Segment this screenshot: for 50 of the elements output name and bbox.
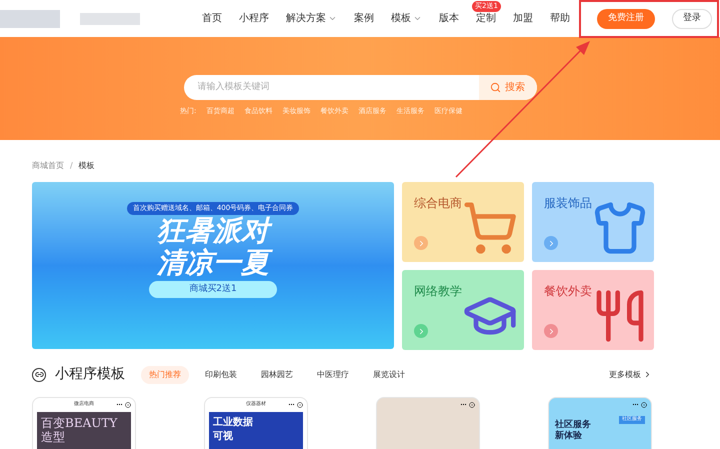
search-icon <box>490 82 501 93</box>
preview-headline: 工业数据 <box>213 416 254 430</box>
category-card[interactable]: 服装饰品 <box>532 182 654 262</box>
banner-pill: 商城买2送1 <box>149 280 277 298</box>
category-title: 餐饮外卖 <box>544 283 592 300</box>
login-button[interactable]: 登录 <box>672 8 712 28</box>
category-tab[interactable]: 中医理疗 <box>309 366 357 384</box>
section-title: 小程序模板 <box>55 365 125 384</box>
mini-program-capsule-icon <box>116 401 131 408</box>
preview-headline: 造型 <box>41 430 66 444</box>
preview-headline: 新体验 <box>555 431 583 442</box>
category-title: 服装饰品 <box>544 195 592 212</box>
template-card[interactable] <box>376 397 480 449</box>
mini-program-capsule-icon <box>288 401 303 408</box>
chevron-down-icon <box>328 14 337 23</box>
nav-link[interactable]: 模板 <box>391 11 422 26</box>
breadcrumb-separator: / <box>70 160 73 172</box>
nav-link[interactable]: 案例 <box>354 11 374 26</box>
preview-headline: 可视 <box>213 430 234 444</box>
logo-placeholder <box>0 10 60 28</box>
nav-link[interactable]: 定制 <box>476 11 496 26</box>
arrow-button[interactable] <box>544 236 558 250</box>
mini-program-capsule-icon <box>632 401 647 408</box>
nav-link[interactable]: 解决方案 <box>286 11 337 26</box>
logo-text-placeholder <box>80 12 140 24</box>
preview-headline: 社区服务 <box>555 420 592 430</box>
chevron-down-icon <box>413 14 422 23</box>
nav-link[interactable]: 加盟 <box>513 11 533 26</box>
nav-link[interactable]: 版本 <box>439 11 459 26</box>
arrow-button[interactable] <box>544 324 558 338</box>
category-title: 网络教学 <box>414 283 462 300</box>
category-tab[interactable]: 展览设计 <box>365 366 413 384</box>
breadcrumb-current: 模板 <box>78 160 95 172</box>
nav-link[interactable]: 首页 <box>202 11 222 26</box>
shirt-icon <box>592 200 648 256</box>
category-card[interactable]: 综合电商 <box>402 182 524 262</box>
category-tab[interactable]: 印刷包装 <box>197 366 245 384</box>
mini-program-capsule-icon <box>460 401 475 408</box>
category-title: 综合电商 <box>414 195 462 212</box>
category-tab[interactable]: 园林园艺 <box>253 366 301 384</box>
preview-headline: 百变BEAUTY <box>41 416 118 430</box>
shopping-cart-icon <box>462 200 518 256</box>
arrow-button[interactable] <box>414 324 428 338</box>
nav-link[interactable]: 帮助 <box>550 11 570 26</box>
more-templates-link[interactable]: 更多模板 <box>609 368 652 380</box>
arrow-button[interactable] <box>414 236 428 250</box>
chevron-right-icon <box>643 370 652 379</box>
breadcrumb-link[interactable]: 商城首页 <box>32 160 64 172</box>
nav-link[interactable]: 小程序 <box>239 11 269 26</box>
link-icon <box>32 368 46 382</box>
